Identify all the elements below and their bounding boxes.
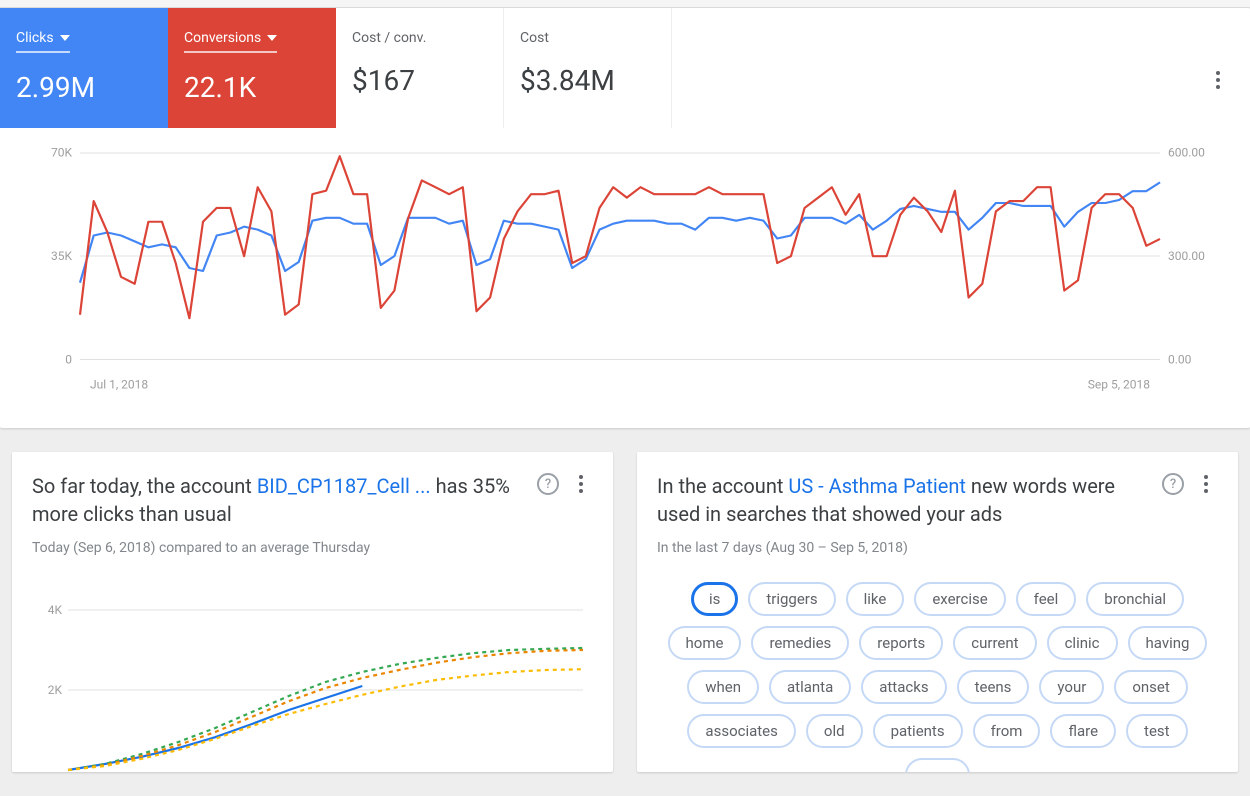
word-pill[interactable]: having (1128, 626, 1208, 660)
chevron-down-icon (267, 35, 277, 41)
svg-text:300.00: 300.00 (1168, 249, 1205, 263)
insight-subtitle: In the last 7 days (Aug 30 – Sep 5, 2018… (657, 540, 1218, 556)
account-link[interactable]: US - Asthma Patient (788, 474, 966, 498)
insight-menu-button[interactable] (1194, 472, 1218, 496)
word-pill[interactable]: home (668, 626, 742, 660)
word-pill[interactable]: atlanta (769, 670, 851, 704)
title-text: So far today, the account (32, 474, 257, 498)
metric-value: $3.84M (520, 64, 655, 97)
help-icon[interactable]: ? (537, 473, 559, 495)
word-cloud: istriggerslikeexercisefeelbronchialhomer… (657, 582, 1218, 772)
metric-row: Clicks 2.99M Conversions 22.1K Cost / conv. $… (0, 8, 1250, 128)
app-topbar (0, 0, 1250, 8)
title-text: In the account (657, 474, 788, 498)
word-pill[interactable]: test (1126, 714, 1188, 748)
svg-text:Jul 1, 2018: Jul 1, 2018 (90, 378, 148, 392)
svg-text:2K: 2K (48, 683, 63, 697)
metric-value: 2.99M (16, 71, 152, 104)
insight-card-words: In the account US - Asthma Patient new w… (637, 452, 1238, 772)
metric-value: 22.1K (184, 71, 320, 104)
word-pill[interactable]: flare (1050, 714, 1116, 748)
metric-label: Conversions (184, 30, 261, 46)
word-pill[interactable]: current (953, 626, 1036, 660)
word-pill[interactable]: like (846, 582, 905, 616)
word-pill[interactable]: attacks (861, 670, 946, 704)
word-pill[interactable]: exercise (914, 582, 1005, 616)
word-pill[interactable]: associates (687, 714, 795, 748)
word-pill[interactable]: triggers (748, 582, 835, 616)
insight-menu-button[interactable] (569, 472, 593, 496)
word-pill[interactable]: is (691, 582, 738, 616)
svg-text:0.00: 0.00 (1168, 353, 1191, 367)
word-pill[interactable]: remedies (751, 626, 849, 660)
insight-card-title: So far today, the account BID_CP1187_Cel… (32, 472, 529, 528)
word-pill[interactable]: year (905, 758, 969, 772)
insight-small-chart: 2K 4K (32, 580, 593, 772)
insight-subtitle: Today (Sep 6, 2018) compared to an avera… (32, 540, 593, 556)
svg-text:Sep 5, 2018: Sep 5, 2018 (1088, 378, 1150, 392)
word-pill[interactable]: patients (873, 714, 963, 748)
metric-cost: Cost $3.84M (504, 8, 672, 128)
svg-text:600.00: 600.00 (1168, 148, 1205, 160)
word-pill[interactable]: clinic (1047, 626, 1118, 660)
overview-menu-button[interactable] (1206, 68, 1230, 92)
word-pill[interactable]: bronchial (1086, 582, 1184, 616)
metric-cost-conv-: Cost / conv. $167 (336, 8, 504, 128)
overview-panel: Clicks 2.99M Conversions 22.1K Cost / conv. $… (0, 8, 1250, 428)
insight-cards-row: So far today, the account BID_CP1187_Cel… (0, 452, 1250, 772)
svg-text:70K: 70K (51, 148, 73, 160)
word-pill[interactable]: onset (1114, 670, 1187, 704)
word-pill[interactable]: teens (957, 670, 1030, 704)
metric-label: Cost (520, 30, 549, 46)
svg-text:4K: 4K (48, 603, 63, 617)
metric-label: Cost / conv. (352, 30, 426, 46)
word-pill[interactable]: from (973, 714, 1041, 748)
word-pill[interactable]: feel (1016, 582, 1077, 616)
word-pill[interactable]: old (806, 714, 863, 748)
overview-line-chart: 0 35K 70K 0.00 300.00 600.00 Jul 1, 2018 Sep 5,… (30, 148, 1220, 398)
help-icon[interactable]: ? (1162, 473, 1184, 495)
insight-card-title: In the account US - Asthma Patient new w… (657, 472, 1154, 528)
overview-chart: 0 35K 70K 0.00 300.00 600.00 Jul 1, 2018 Sep 5,… (0, 128, 1250, 428)
metric-conversions[interactable]: Conversions 22.1K (168, 8, 336, 128)
svg-text:35K: 35K (51, 249, 73, 263)
small-line-chart: 2K 4K (32, 580, 593, 772)
chevron-down-icon (60, 35, 70, 41)
word-pill[interactable]: reports (859, 626, 943, 660)
metric-clicks[interactable]: Clicks 2.99M (0, 8, 168, 128)
svg-text:0: 0 (65, 353, 72, 367)
metric-label: Clicks (16, 30, 54, 46)
word-pill[interactable]: your (1039, 670, 1104, 704)
word-pill[interactable]: when (687, 670, 759, 704)
account-link[interactable]: BID_CP1187_Cell ... (257, 474, 431, 498)
metric-value: $167 (352, 64, 487, 97)
insight-card-clicks: So far today, the account BID_CP1187_Cel… (12, 452, 613, 772)
